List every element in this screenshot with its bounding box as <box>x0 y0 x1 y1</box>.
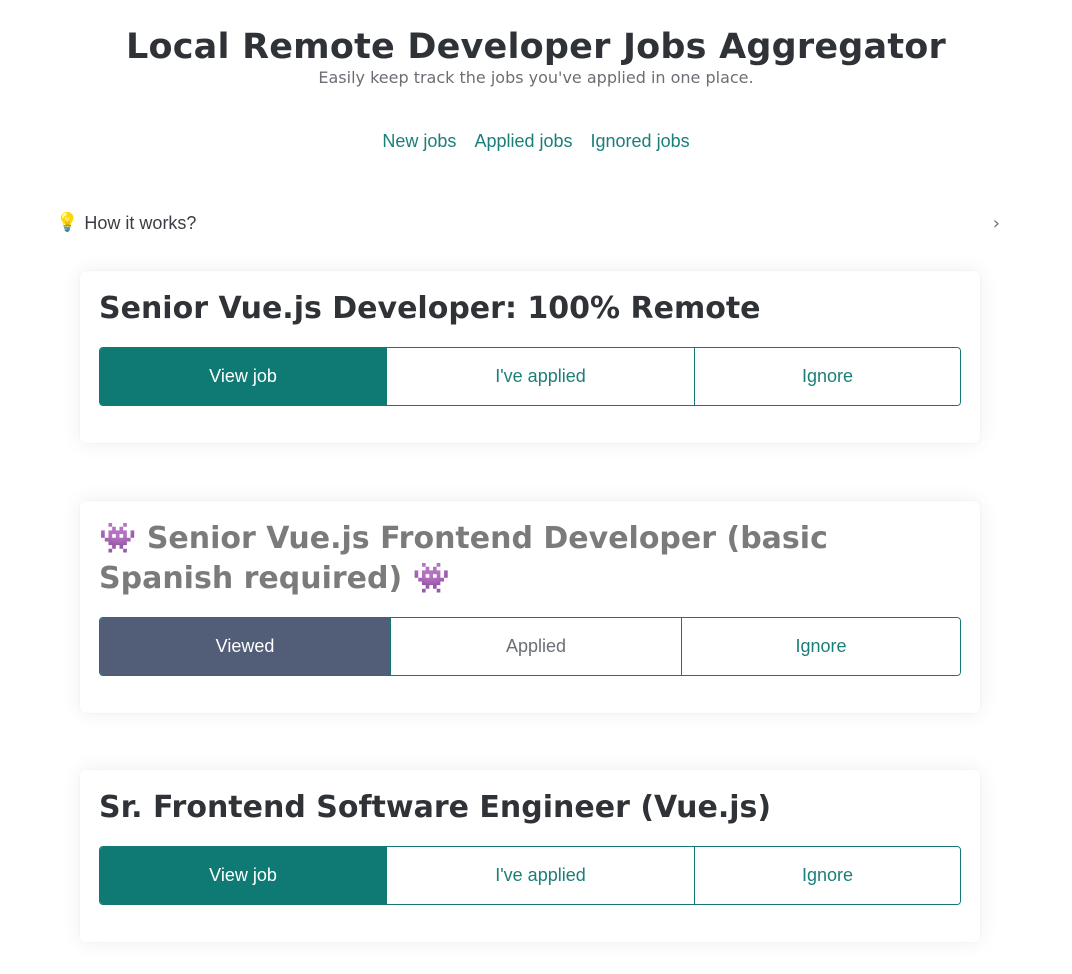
app-subtitle: Easily keep track the jobs you've applie… <box>318 68 754 87</box>
nav-ignored-jobs[interactable]: Ignored jobs <box>591 130 690 152</box>
applied-button[interactable]: I've applied <box>386 847 694 904</box>
chevron-right-icon[interactable]: › <box>993 213 1000 234</box>
ignore-button[interactable]: Ignore <box>694 847 960 904</box>
nav-applied-jobs[interactable]: Applied jobs <box>474 130 572 152</box>
applied-button[interactable]: I've applied <box>386 348 694 405</box>
job-title: 👾 Senior Vue.js Frontend Developer (basi… <box>99 519 961 599</box>
lightbulb-icon: 💡 <box>56 212 79 233</box>
job-actions: View job I've applied Ignore <box>99 846 961 905</box>
ignore-button[interactable]: Ignore <box>694 348 960 405</box>
job-title: Senior Vue.js Developer: 100% Remote <box>99 291 761 326</box>
view-job-button[interactable]: View job <box>100 847 386 904</box>
how-it-works-label-group: 💡 How it works? <box>56 212 196 234</box>
job-title: Sr. Frontend Software Engineer (Vue.js) <box>99 790 772 825</box>
job-card: Sr. Frontend Software Engineer (Vue.js) … <box>80 770 980 942</box>
job-title-text: Senior Vue.js Frontend Developer (basic … <box>99 521 828 596</box>
page-header: Local Remote Developer Jobs Aggregator E… <box>0 0 1072 152</box>
viewed-button[interactable]: Viewed <box>100 618 390 675</box>
ignore-button[interactable]: Ignore <box>681 618 960 675</box>
view-job-button[interactable]: View job <box>100 348 386 405</box>
how-it-works-toggle[interactable]: 💡 How it works? › <box>56 210 1000 236</box>
applied-button[interactable]: Applied <box>390 618 681 675</box>
job-actions: Viewed Applied Ignore <box>99 617 961 676</box>
job-card: 👾 Senior Vue.js Frontend Developer (basi… <box>80 501 980 713</box>
app-title: Local Remote Developer Jobs Aggregator <box>125 27 947 67</box>
job-actions: View job I've applied Ignore <box>99 347 961 406</box>
alien-monster-icon: 👾 <box>99 521 137 556</box>
how-it-works-label: How it works? <box>84 212 197 233</box>
main-nav: New jobs Applied jobs Ignored jobs <box>0 130 1072 152</box>
alien-monster-icon: 👾 <box>412 561 451 596</box>
nav-new-jobs[interactable]: New jobs <box>382 130 456 152</box>
job-card: Senior Vue.js Developer: 100% Remote Vie… <box>80 271 980 443</box>
